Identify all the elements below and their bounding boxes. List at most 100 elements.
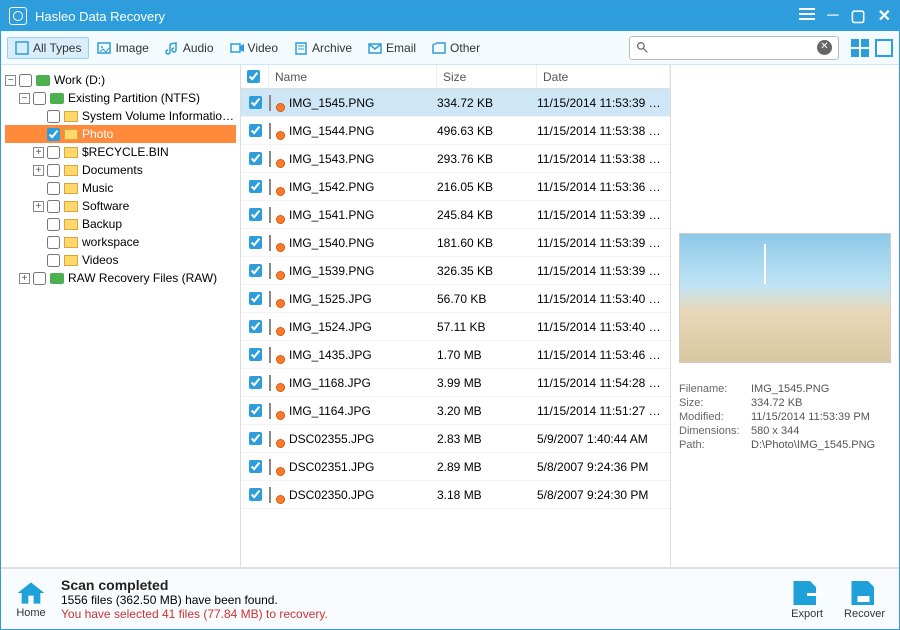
file-row[interactable]: IMG_1524.JPG57.11 KB11/15/2014 11:53:40 … [241,313,670,341]
clear-search-icon[interactable]: ✕ [817,40,832,55]
tree-checkbox[interactable] [47,236,60,249]
select-all-checkbox[interactable] [247,70,260,83]
file-row[interactable]: IMG_1541.PNG245.84 KB11/15/2014 11:53:39… [241,201,670,229]
status-line1: 1556 files (362.50 MB) have been found. [61,593,328,607]
column-name[interactable]: Name [269,65,437,88]
home-button[interactable]: Home [15,579,47,619]
tree-checkbox[interactable] [19,74,32,87]
tree-folder[interactable]: workspace [5,233,236,251]
expand-icon[interactable]: + [33,165,44,176]
list-view-button[interactable] [875,39,893,57]
menu-icon[interactable] [799,7,815,25]
file-checkbox[interactable] [249,376,262,389]
tree-checkbox[interactable] [47,110,60,123]
tree-folder[interactable]: +Documents [5,161,236,179]
file-row[interactable]: IMG_1168.JPG3.99 MB11/15/2014 11:54:28 … [241,369,670,397]
filter-archive[interactable]: Archive [286,37,360,59]
file-checkbox[interactable] [249,432,262,445]
search-input[interactable] [649,41,817,55]
tree-checkbox[interactable] [47,128,60,141]
filter-label: All Types [33,41,81,55]
tree-checkbox[interactable] [47,146,60,159]
file-checkbox[interactable] [249,152,262,165]
close-button[interactable]: ✕ [878,6,891,26]
column-size[interactable]: Size [437,65,537,88]
tree-checkbox[interactable] [47,182,60,195]
export-button[interactable]: Export [788,578,826,620]
file-row[interactable]: IMG_1435.JPG1.70 MB11/15/2014 11:53:46 … [241,341,670,369]
tree-checkbox[interactable] [47,200,60,213]
file-row[interactable]: IMG_1164.JPG3.20 MB11/15/2014 11:51:27 … [241,397,670,425]
file-row[interactable]: IMG_1545.PNG334.72 KB11/15/2014 11:53:39… [241,89,670,117]
expand-icon[interactable]: + [19,273,30,284]
search-box[interactable]: ✕ [629,36,839,60]
file-row[interactable]: IMG_1543.PNG293.76 KB11/15/2014 11:53:38… [241,145,670,173]
file-row[interactable]: IMG_1540.PNG181.60 KB11/15/2014 11:53:39… [241,229,670,257]
file-icon [269,180,283,194]
expand-icon[interactable]: + [33,201,44,212]
filter-other[interactable]: Other [424,37,488,59]
file-row[interactable]: IMG_1544.PNG496.63 KB11/15/2014 11:53:38… [241,117,670,145]
file-list-header: Name Size Date [241,65,670,89]
file-checkbox[interactable] [249,264,262,277]
tree-checkbox[interactable] [33,272,46,285]
file-checkbox[interactable] [249,348,262,361]
tree-folder[interactable]: Backup [5,215,236,233]
tree-checkbox[interactable] [33,92,46,105]
tree-folder[interactable]: Videos [5,251,236,269]
file-checkbox[interactable] [249,404,262,417]
file-checkbox[interactable] [249,208,262,221]
tree-checkbox[interactable] [47,254,60,267]
tree-folder[interactable]: Music [5,179,236,197]
tree-folder[interactable]: System Volume Informatio… [5,107,236,125]
tree-checkbox[interactable] [47,218,60,231]
filter-email[interactable]: Email [360,37,424,59]
file-row[interactable]: IMG_1525.JPG56.70 KB11/15/2014 11:53:40 … [241,285,670,313]
meta-label: Modified: [679,411,751,423]
folder-tree[interactable]: − Work (D:) − Existing Partition (NTFS) … [1,65,241,567]
collapse-icon[interactable]: − [5,75,16,86]
filter-image[interactable]: Image [89,37,156,59]
file-checkbox[interactable] [249,488,262,501]
home-label: Home [16,607,45,619]
file-date: 5/8/2007 9:24:36 PM [537,460,670,474]
file-icon [269,96,283,110]
tree-folder[interactable]: Photo [5,125,236,143]
tree-folder[interactable]: +$RECYCLE.BIN [5,143,236,161]
file-checkbox[interactable] [249,320,262,333]
folder-icon [64,111,78,122]
minimize-button[interactable]: ─ [827,7,838,25]
drive-icon [50,273,64,284]
file-row[interactable]: DSC02350.JPG3.18 MB5/8/2007 9:24:30 PM [241,481,670,509]
file-icon [269,488,283,502]
maximize-button[interactable]: ▢ [850,6,865,26]
folder-icon [64,201,78,212]
file-row[interactable]: IMG_1539.PNG326.35 KB11/15/2014 11:53:39… [241,257,670,285]
tree-checkbox[interactable] [47,164,60,177]
file-checkbox[interactable] [249,292,262,305]
file-date: 5/8/2007 9:24:30 PM [537,488,670,502]
status-line2: You have selected 41 files (77.84 MB) to… [61,607,328,621]
file-row[interactable]: DSC02351.JPG2.89 MB5/8/2007 9:24:36 PM [241,453,670,481]
recover-button[interactable]: Recover [844,578,885,620]
file-checkbox[interactable] [249,124,262,137]
filter-all[interactable]: All Types [7,37,89,59]
file-name: IMG_1525.JPG [289,292,372,306]
file-list[interactable]: IMG_1545.PNG334.72 KB11/15/2014 11:53:39… [241,89,670,567]
expand-icon[interactable]: + [33,147,44,158]
filter-video[interactable]: Video [222,37,286,59]
file-checkbox[interactable] [249,460,262,473]
file-checkbox[interactable] [249,180,262,193]
grid-view-button[interactable] [851,39,869,57]
file-checkbox[interactable] [249,96,262,109]
tree-folder[interactable]: +Software [5,197,236,215]
file-icon [269,208,283,222]
collapse-icon[interactable]: − [19,93,30,104]
file-checkbox[interactable] [249,236,262,249]
tree-label: Work (D:) [54,73,105,87]
file-row[interactable]: IMG_1542.PNG216.05 KB11/15/2014 11:53:36… [241,173,670,201]
image-icon [97,41,111,55]
filter-audio[interactable]: Audio [157,37,222,59]
column-date[interactable]: Date [537,65,670,88]
file-row[interactable]: DSC02355.JPG2.83 MB5/9/2007 1:40:44 AM [241,425,670,453]
